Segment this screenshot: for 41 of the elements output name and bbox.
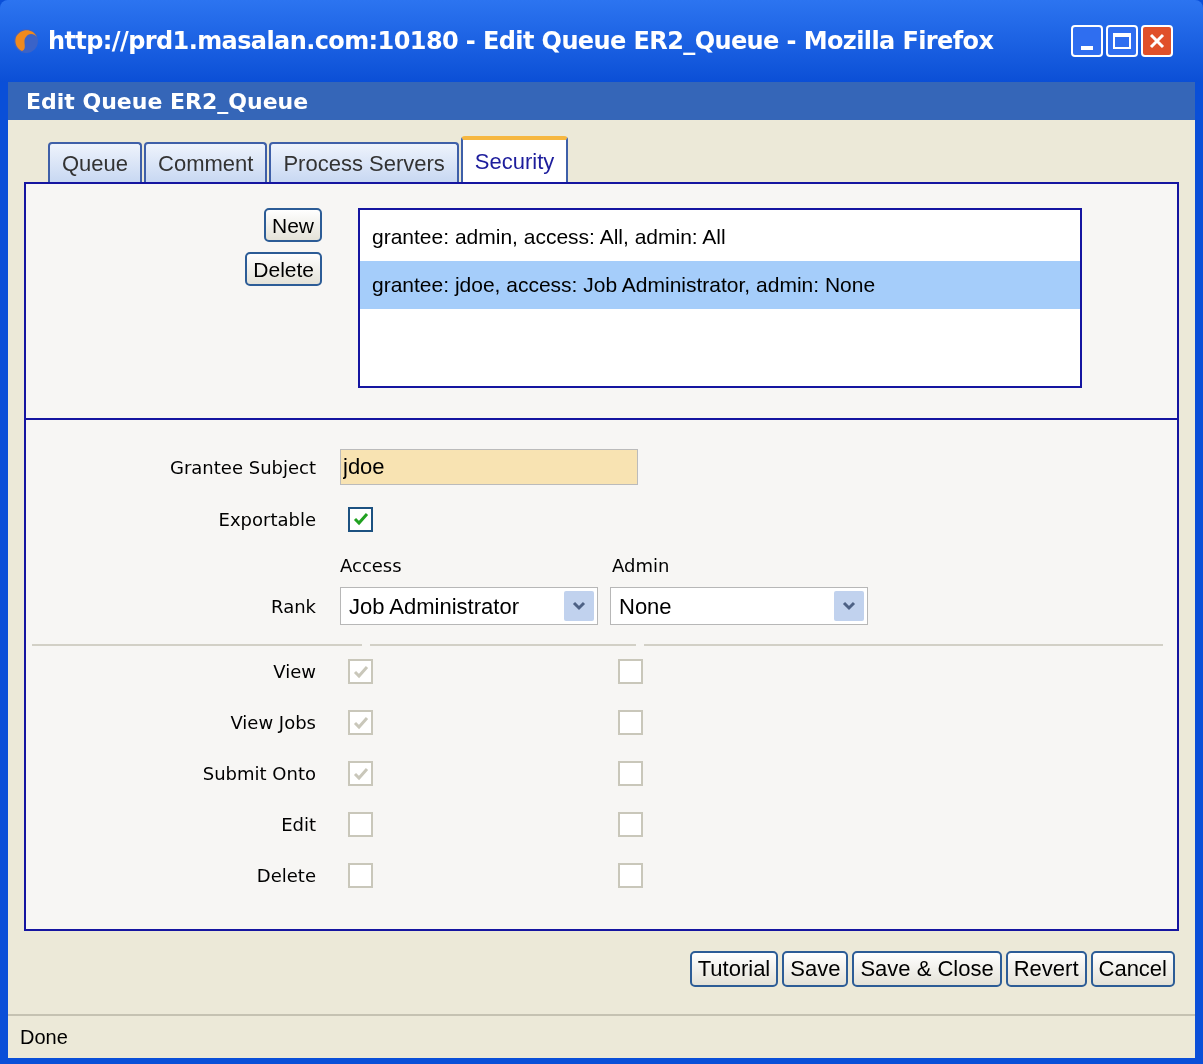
close-button[interactable] xyxy=(1141,25,1173,57)
tab[interactable]: Comment xyxy=(144,142,268,182)
tab[interactable]: Security xyxy=(460,136,569,182)
field-label: Grantee Subject xyxy=(169,455,316,480)
permission-label: Submit Onto xyxy=(201,762,316,786)
checkmark-icon xyxy=(352,512,369,526)
dialog-button[interactable]: Cancel xyxy=(1090,951,1175,987)
dialog-button[interactable]: Tutorial xyxy=(689,951,779,987)
minimize-button[interactable] xyxy=(1071,25,1103,57)
grant-list-item[interactable]: grantee: jdoe, access: Job Administrator, admin: None xyxy=(360,261,1080,309)
permission-label: View Jobs xyxy=(229,711,316,735)
tab[interactable]: Process Servers xyxy=(269,142,459,182)
field-label: Exportable xyxy=(217,507,316,532)
maximize-icon xyxy=(1113,33,1131,49)
admin-rank-dropdown[interactable]: None xyxy=(610,587,868,625)
access-rank-dropdown[interactable]: Job Administrator xyxy=(340,587,598,625)
globe-icon xyxy=(12,27,40,55)
permission-label: Edit xyxy=(280,813,316,837)
checkmark-icon xyxy=(352,664,369,679)
checkmark-icon xyxy=(352,766,369,781)
dialog-button[interactable]: Save xyxy=(782,951,849,987)
grant-list[interactable]: grantee: admin, access: All, admin: All grantee: jdoe, access: Job Administrator, admin: None xyxy=(358,208,1082,388)
status-text: Done xyxy=(20,1025,68,1050)
minimize-icon xyxy=(1081,46,1093,50)
list-action-button[interactable]: Delete xyxy=(245,252,322,286)
field-label: Rank xyxy=(270,594,316,619)
checkbox[interactable] xyxy=(348,506,373,532)
dialog-title: Edit Queue ER2_Queue xyxy=(26,87,309,116)
tab[interactable]: Queue xyxy=(48,142,143,182)
column-header: Admin xyxy=(612,553,670,578)
permission-label: Delete xyxy=(255,864,316,888)
column-header: Access xyxy=(340,553,403,578)
close-icon xyxy=(1148,32,1166,50)
dialog-button[interactable]: Revert xyxy=(1005,951,1087,987)
list-action-button[interactable]: New xyxy=(264,208,322,242)
maximize-button[interactable] xyxy=(1106,25,1138,57)
dialog-button[interactable]: Save & Close xyxy=(852,951,1002,987)
window-title: http://prd1.masalan.com:10180 - Edit Queue ER2_Queue - Mozilla Firefox xyxy=(48,26,994,57)
grantee-subject-field[interactable]: jdoe xyxy=(340,449,638,485)
checkmark-icon xyxy=(352,715,369,730)
permission-label: View xyxy=(272,660,316,684)
